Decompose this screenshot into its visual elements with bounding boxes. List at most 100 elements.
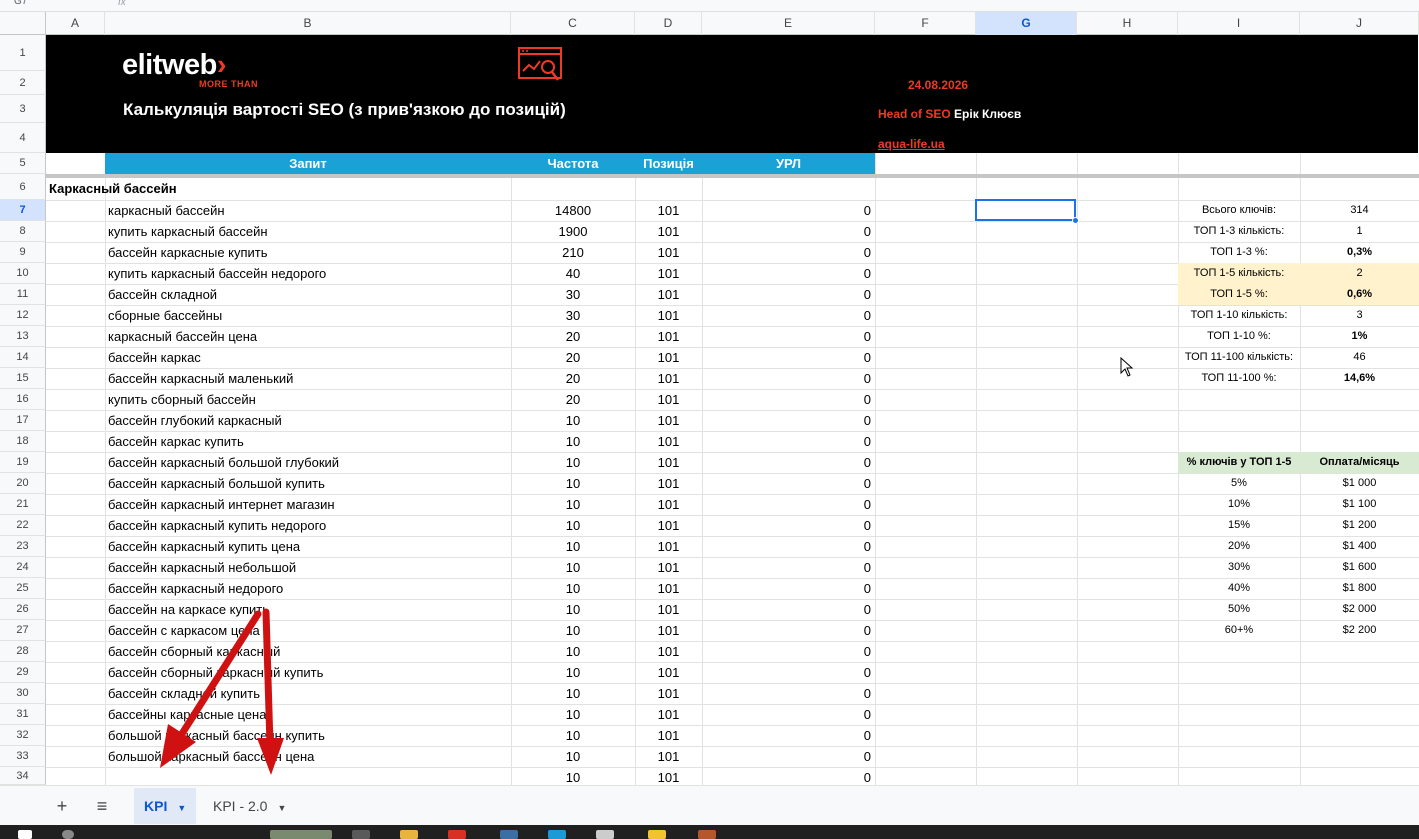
position-cell[interactable]: 101 [635,242,702,263]
position-cell[interactable]: 101 [635,347,702,368]
row-header-17[interactable]: 17 [0,410,46,431]
row-header-10[interactable]: 10 [0,263,46,284]
keyword-cell[interactable]: каркасный бассейн цена [105,326,511,347]
file-explorer-icon[interactable] [400,830,418,839]
stat-label[interactable]: ТОП 1-5 кількість: [1178,263,1300,284]
position-cell[interactable]: 101 [635,557,702,578]
pricing-header-pct[interactable]: % ключів у ТОП 1-5 [1178,452,1300,473]
position-cell[interactable]: 101 [635,473,702,494]
stat-label[interactable]: ТОП 1-3 кількість: [1178,221,1300,242]
column-header-A[interactable]: A [46,12,105,35]
column-header-H[interactable]: H [1077,12,1178,35]
keyword-cell[interactable]: бассейн складной [105,284,511,305]
windows-start-icon[interactable] [18,830,32,839]
row-header-18[interactable]: 18 [0,431,46,452]
frequency-cell[interactable]: 14800 [511,200,635,221]
stat-label[interactable]: ТОП 11-100 кількість: [1178,347,1300,368]
keyword-cell[interactable]: бассейн каркасный купить недорого [105,515,511,536]
row-header-20[interactable]: 20 [0,473,46,494]
keyword-cell[interactable]: бассейн каркасные купить [105,242,511,263]
url-cell[interactable]: 0 [702,641,875,662]
row-header-32[interactable]: 32 [0,725,46,746]
row-header-12[interactable]: 12 [0,305,46,326]
row-header-1[interactable]: 1 [0,35,46,71]
task-view-icon[interactable] [352,830,370,839]
position-cell[interactable]: 101 [635,662,702,683]
column-header-F[interactable]: F [875,12,976,35]
sticky-notes-icon[interactable] [648,830,666,839]
url-cell[interactable]: 0 [702,725,875,746]
frequency-cell[interactable]: 10 [511,767,635,785]
frequency-cell[interactable]: 10 [511,578,635,599]
weather-widget-icon[interactable] [270,830,332,839]
position-cell[interactable]: 101 [635,683,702,704]
stat-label[interactable]: ТОП 1-10 кількість: [1178,305,1300,326]
position-cell[interactable]: 101 [635,746,702,767]
frequency-cell[interactable]: 10 [511,452,635,473]
position-cell[interactable]: 101 [635,578,702,599]
position-cell[interactable]: 101 [635,536,702,557]
column-header-D[interactable]: D [635,12,702,35]
url-cell[interactable]: 0 [702,683,875,704]
row-header-5[interactable]: 5 [0,153,46,174]
position-cell[interactable]: 101 [635,305,702,326]
chevron-down-icon[interactable]: ▼ [277,803,286,813]
pricing-pay-cell[interactable]: $1 400 [1300,536,1419,557]
url-cell[interactable]: 0 [702,662,875,683]
position-cell[interactable]: 101 [635,326,702,347]
url-cell[interactable]: 0 [702,242,875,263]
frequency-cell[interactable]: 10 [511,557,635,578]
pricing-pct-cell[interactable]: 40% [1178,578,1300,599]
keyword-cell[interactable]: большой каркасный бассейн цена [105,746,511,767]
position-cell[interactable]: 101 [635,368,702,389]
frequency-cell[interactable]: 10 [511,599,635,620]
frequency-cell[interactable]: 30 [511,305,635,326]
row-header-6[interactable]: 6 [0,174,46,200]
frequency-cell[interactable]: 30 [511,284,635,305]
stat-value[interactable]: 314 [1300,200,1419,221]
url-cell[interactable]: 0 [702,536,875,557]
notepad-icon[interactable] [596,830,614,839]
stat-label[interactable]: ТОП 1-3 %: [1178,242,1300,263]
keyword-cell[interactable]: бассейн сборный каркасный [105,641,511,662]
url-cell[interactable]: 0 [702,368,875,389]
url-cell[interactable]: 0 [702,200,875,221]
row-header-13[interactable]: 13 [0,326,46,347]
stat-value[interactable]: 14,6% [1300,368,1419,389]
keyword-cell[interactable]: бассейн каркас купить [105,431,511,452]
position-cell[interactable]: 101 [635,452,702,473]
keyword-cell[interactable]: каркасный бассейн [105,200,511,221]
stat-value[interactable]: 3 [1300,305,1419,326]
position-cell[interactable]: 101 [635,494,702,515]
pricing-pct-cell[interactable]: 15% [1178,515,1300,536]
keyword-cell[interactable]: бассейн каркасный купить цена [105,536,511,557]
stat-value[interactable]: 0,6% [1300,284,1419,305]
fill-handle[interactable] [1072,217,1079,224]
frequency-cell[interactable]: 20 [511,368,635,389]
position-cell[interactable]: 101 [635,641,702,662]
url-cell[interactable]: 0 [702,767,875,785]
frequency-cell[interactable]: 40 [511,263,635,284]
frequency-cell[interactable]: 10 [511,431,635,452]
url-cell[interactable]: 0 [702,473,875,494]
stat-label[interactable]: ТОП 1-5 %: [1178,284,1300,305]
url-cell[interactable]: 0 [702,284,875,305]
keyword-cell[interactable]: купить каркасный бассейн [105,221,511,242]
position-cell[interactable]: 101 [635,767,702,785]
url-cell[interactable]: 0 [702,599,875,620]
pricing-pct-cell[interactable]: 30% [1178,557,1300,578]
stat-label[interactable]: ТОП 1-10 %: [1178,326,1300,347]
frequency-cell[interactable]: 10 [511,725,635,746]
frequency-cell[interactable]: 210 [511,242,635,263]
select-all-corner[interactable] [0,12,46,35]
position-cell[interactable]: 101 [635,431,702,452]
frequency-cell[interactable]: 20 [511,347,635,368]
pricing-pct-cell[interactable]: 50% [1178,599,1300,620]
row-header-25[interactable]: 25 [0,578,46,599]
url-cell[interactable]: 0 [702,746,875,767]
keyword-cell[interactable]: большой каркасный бассейн купить [105,725,511,746]
frequency-cell[interactable]: 10 [511,641,635,662]
position-cell[interactable]: 101 [635,263,702,284]
keyword-cell[interactable]: сборные бассейны [105,305,511,326]
pricing-pay-cell[interactable]: $1 800 [1300,578,1419,599]
